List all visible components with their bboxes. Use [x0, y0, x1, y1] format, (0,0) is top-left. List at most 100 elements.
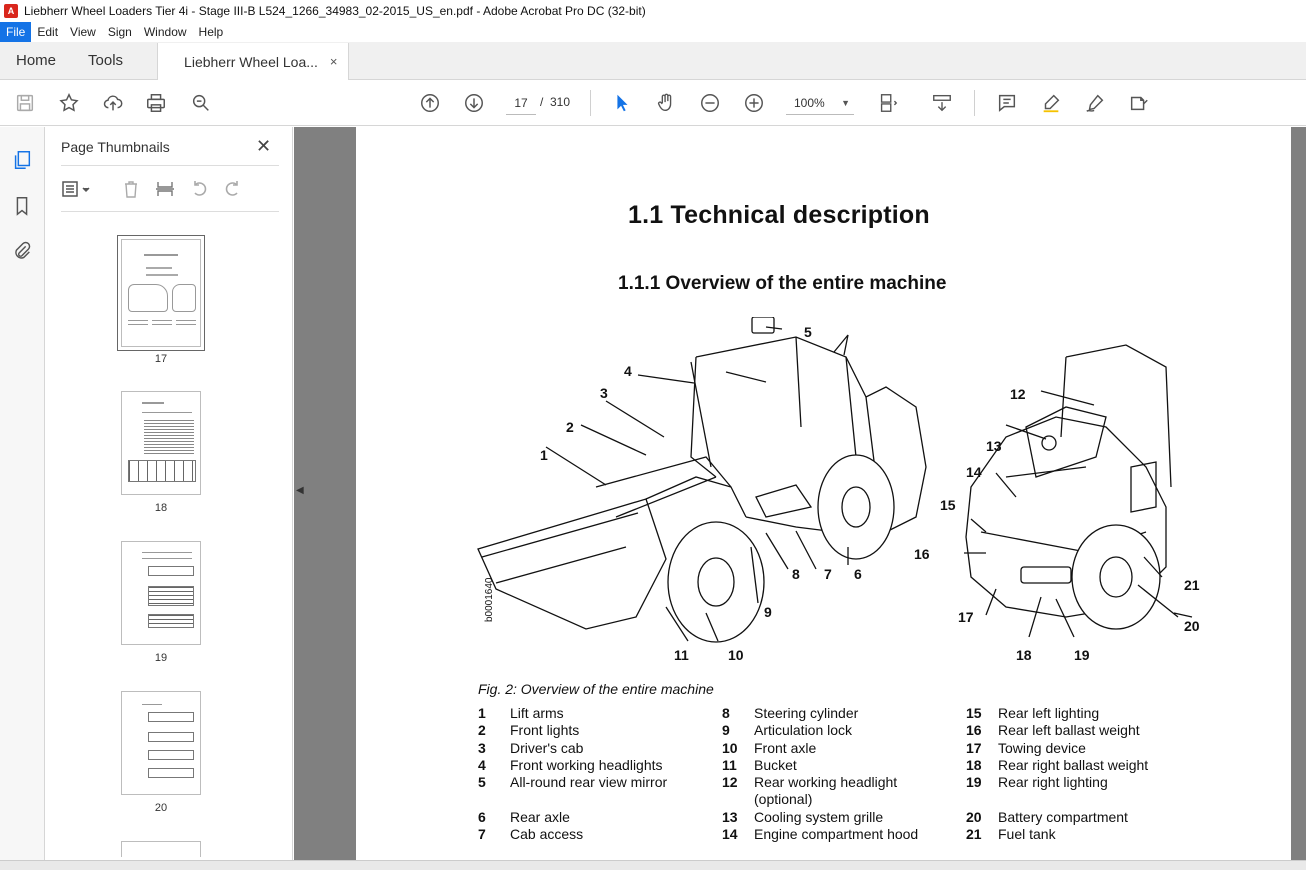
- figure-code: b0001640: [484, 577, 495, 623]
- legend-item: 2 Front lights: [478, 722, 580, 739]
- thumbnail-page-20[interactable]: [121, 691, 201, 795]
- legend-item: 11 Bucket: [722, 756, 797, 773]
- thumbnail-label: 18: [154, 502, 168, 514]
- legend-item: 4 Front working headlights: [478, 756, 663, 773]
- pdf-page: 1.1 Technical description 1.1.1 Overview…: [356, 127, 1291, 863]
- wheel-loader-figure: [477, 317, 1193, 643]
- legend-item: 14 Engine compartment hood: [722, 826, 919, 843]
- callout-label: 10: [728, 647, 744, 663]
- legend-item: 12 Rear working headlight: [722, 774, 898, 791]
- legend-item: 15 Rear left lighting: [966, 705, 1100, 721]
- legend-item: 8 Steering cylinder: [722, 705, 859, 721]
- sign-icon[interactable]: [1083, 91, 1107, 115]
- thumbnail-options-icon[interactable]: [61, 179, 93, 202]
- delete-page-icon[interactable]: [121, 179, 141, 202]
- upload-icon[interactable]: [101, 91, 125, 115]
- legend-item: [478, 791, 715, 808]
- extract-page-icon[interactable]: [155, 179, 175, 202]
- callout-label: 8: [792, 566, 800, 582]
- save-icon[interactable]: [13, 91, 37, 115]
- callout-label: 16: [914, 546, 930, 562]
- menu-bar: File Edit View Sign Window Help: [0, 22, 1306, 42]
- close-tab-icon[interactable]: ×: [330, 54, 338, 69]
- toolbar-divider: [974, 90, 975, 116]
- callout-label: 2: [566, 419, 574, 435]
- callout-label: 19: [1074, 647, 1090, 663]
- page-thumbnails-panel: Page Thumbnails ✕ 17 18 19 20: [45, 127, 329, 860]
- thumbnail-label: 20: [154, 802, 168, 814]
- legend-item: 9 Articulation lock: [722, 722, 853, 739]
- tab-bar: Home Tools Liebherr Wheel Loa... ×: [0, 42, 1306, 80]
- page-thumbnails-icon[interactable]: [10, 148, 34, 172]
- comment-icon[interactable]: [995, 91, 1019, 115]
- menu-sign[interactable]: Sign: [102, 22, 138, 42]
- thumbnail-page-17[interactable]: [117, 235, 205, 351]
- rotate-left-icon[interactable]: [189, 179, 209, 202]
- tab-document[interactable]: Liebherr Wheel Loa... ×: [157, 43, 349, 80]
- menu-view[interactable]: View: [64, 22, 102, 42]
- page-up-icon[interactable]: [418, 91, 442, 115]
- panel-divider: [61, 165, 279, 166]
- page-number-input[interactable]: [506, 91, 536, 115]
- zoom-level-select[interactable]: 100% ▼: [786, 91, 854, 115]
- rotate-right-icon[interactable]: [223, 179, 243, 202]
- fill-sign-icon[interactable]: [1127, 91, 1151, 115]
- scroll-mode-icon[interactable]: [930, 91, 954, 115]
- window-titlebar: A Liebherr Wheel Loaders Tier 4i - Stage…: [0, 0, 1306, 22]
- legend-item: 13 Cooling system grille: [722, 808, 884, 825]
- close-panel-icon[interactable]: ✕: [256, 136, 271, 157]
- legend-item: 17 Towing device: [966, 739, 1086, 756]
- tab-tools[interactable]: Tools: [72, 42, 139, 79]
- zoom-out-icon[interactable]: [698, 91, 722, 115]
- toolbar-divider: [590, 90, 591, 116]
- search-zoom-icon[interactable]: [189, 91, 213, 115]
- tab-document-label: Liebherr Wheel Loa...: [184, 53, 318, 70]
- zoom-in-icon[interactable]: [742, 91, 766, 115]
- legend-item: 3 Driver's cab: [478, 739, 584, 756]
- legend-item: (optional): [754, 791, 813, 808]
- print-icon[interactable]: [144, 91, 168, 115]
- collapse-panel-icon[interactable]: ◀: [296, 485, 304, 496]
- window-title: Liebherr Wheel Loaders Tier 4i - Stage I…: [24, 4, 646, 18]
- callout-label: 17: [958, 609, 974, 625]
- zoom-level-value: 100%: [794, 95, 825, 110]
- callout-label: 13: [986, 438, 1002, 454]
- callout-label: 12: [1010, 386, 1026, 402]
- fit-page-icon[interactable]: [876, 91, 900, 115]
- callout-label: 20: [1184, 618, 1200, 634]
- thumbnail-page-21[interactable]: [121, 841, 201, 857]
- menu-help[interactable]: Help: [193, 22, 230, 42]
- tab-home[interactable]: Home: [0, 42, 72, 79]
- callout-label: 5: [804, 324, 812, 340]
- menu-edit[interactable]: Edit: [31, 22, 64, 42]
- callout-label: 4: [624, 363, 632, 379]
- legend-column: 8 Steering cylinder 9 Articulation lock 10…: [722, 705, 959, 843]
- legend-item: 5 All-round rear view mirror: [478, 774, 668, 791]
- bookmarks-icon[interactable]: [10, 194, 34, 218]
- menu-file[interactable]: File: [0, 22, 32, 42]
- attachments-icon[interactable]: [10, 239, 34, 263]
- legend-item: 7 Cab access: [478, 826, 584, 843]
- callout-label: 6: [854, 566, 862, 582]
- menu-window[interactable]: Window: [138, 22, 193, 42]
- legend-item: 18 Rear right ballast weight: [966, 756, 1149, 773]
- page-down-icon[interactable]: [462, 91, 486, 115]
- callout-label: 18: [1016, 647, 1032, 663]
- legend-item: 6 Rear axle: [478, 808, 570, 825]
- thumbnail-page-18[interactable]: [121, 391, 201, 495]
- legend-column: 15 Rear left lighting 16 Rear left ballast…: [966, 705, 1203, 843]
- legend-item: 19 Rear right lighting: [966, 774, 1108, 791]
- page-separator: /: [540, 95, 544, 109]
- legend-item: [966, 791, 1203, 808]
- thumbnail-label: 17: [154, 353, 168, 365]
- legend-item: 20 Battery compartment: [966, 808, 1128, 825]
- select-cursor-icon[interactable]: [610, 91, 634, 115]
- bookmark-star-icon[interactable]: [57, 91, 81, 115]
- thumbnail-page-19[interactable]: [121, 541, 201, 645]
- highlight-icon[interactable]: [1039, 91, 1063, 115]
- hand-icon[interactable]: [654, 91, 678, 115]
- total-pages: 310: [550, 95, 571, 109]
- callout-label: 7: [824, 566, 832, 582]
- subsection-heading: 1.1.1 Overview of the entire machine: [618, 273, 947, 294]
- legend-column: 1 Lift arms 2 Front lights 3 Driver's cab 4…: [478, 705, 715, 843]
